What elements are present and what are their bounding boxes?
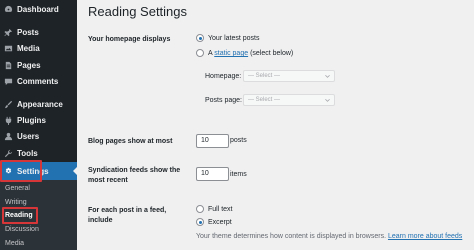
full-text-option-label: Full text — [208, 206, 233, 213]
excerpt-option-label: Excerpt — [208, 219, 232, 226]
sidebar-item-label: Posts — [17, 27, 39, 37]
blog-pages-label: Blog pages show at most — [88, 138, 173, 145]
plugin-icon — [3, 115, 13, 125]
submenu-item-general[interactable]: General — [5, 185, 30, 192]
static-page-prefix: A — [208, 50, 213, 57]
feed-hint-text: Your theme determines how content is dis… — [196, 233, 462, 240]
reading-highlight-box — [2, 207, 38, 224]
chevron-down-icon — [325, 74, 330, 78]
posts-page-select-label: Posts page: — [205, 97, 242, 104]
sidebar-item-label: Comments — [17, 76, 59, 86]
pin-icon — [3, 27, 13, 37]
settings-highlight-box — [0, 160, 42, 182]
latest-posts-radio[interactable] — [196, 34, 204, 42]
feed-hint-prefix: Your theme determines how content is dis… — [196, 233, 387, 240]
sidebar-item-label: Media — [17, 43, 40, 53]
submenu-item-writing[interactable]: Writing — [5, 199, 27, 206]
homepage-select-label: Homepage: — [205, 73, 242, 80]
feed-content-label: For each post in a feed, include — [88, 206, 166, 226]
submenu-item-media[interactable]: Media — [5, 240, 24, 247]
wrench-icon — [3, 148, 13, 158]
static-page-option-label: A static page (select below) — [208, 50, 293, 57]
sidebar-item-label: Dashboard — [17, 4, 59, 14]
latest-posts-option-label: Your latest posts — [208, 35, 260, 42]
syndication-label: Syndication feeds show the most recent — [88, 166, 180, 186]
dashboard-icon — [3, 4, 13, 14]
admin-sidebar: Dashboard Posts Media Pages Comments App… — [0, 0, 77, 250]
homepage-select[interactable]: — Select — — [243, 70, 335, 82]
sidebar-item-label: Users — [17, 131, 40, 141]
chevron-down-icon — [325, 98, 330, 102]
posts-page-select-value: — Select — — [248, 97, 281, 103]
sidebar-item-comments[interactable]: Comments — [0, 72, 77, 90]
feed-label-line2: include — [88, 217, 113, 224]
main-content: Reading Settings Your homepage displays … — [77, 0, 474, 250]
media-icon — [3, 43, 13, 53]
static-page-radio[interactable] — [196, 49, 204, 57]
submenu-item-discussion[interactable]: Discussion — [5, 226, 39, 233]
homepage-displays-label: Your homepage displays — [88, 36, 171, 43]
static-page-link[interactable]: static page — [214, 50, 248, 57]
homepage-select-value: — Select — — [248, 73, 281, 79]
sidebar-item-label: Tools — [17, 148, 38, 158]
syndication-unit: items — [230, 171, 247, 178]
blog-pages-unit: posts — [230, 137, 247, 144]
brush-icon — [3, 99, 13, 109]
page-title: Reading Settings — [88, 4, 188, 19]
user-icon — [3, 131, 13, 141]
syndication-label-line2: most recent — [88, 177, 128, 184]
posts-page-select[interactable]: — Select — — [243, 94, 335, 106]
syndication-label-line1: Syndication feeds show the — [88, 167, 181, 174]
static-page-suffix: (select below) — [250, 50, 294, 57]
syndication-input[interactable]: 10 — [196, 167, 229, 181]
excerpt-radio[interactable] — [196, 218, 204, 226]
blog-pages-input[interactable]: 10 — [196, 134, 229, 148]
learn-more-feeds-link[interactable]: Learn more about feeds — [388, 233, 462, 240]
feed-label-line1: For each post in a feed, — [88, 207, 167, 214]
page-icon — [3, 60, 13, 70]
sidebar-item-label: Appearance — [17, 99, 63, 109]
sidebar-item-users[interactable]: Users — [0, 127, 77, 145]
sidebar-item-media[interactable]: Media — [0, 39, 77, 57]
sidebar-item-label: Plugins — [17, 115, 46, 125]
sidebar-item-label: Pages — [17, 60, 41, 70]
sidebar-item-dashboard[interactable]: Dashboard — [0, 0, 77, 18]
comment-icon — [3, 76, 13, 86]
full-text-radio[interactable] — [196, 205, 204, 213]
